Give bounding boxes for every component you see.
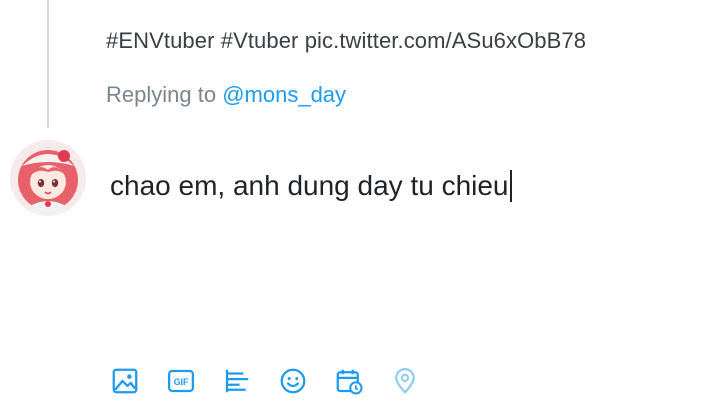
composer-toolbar: GIF [108, 364, 444, 398]
emoji-icon [280, 368, 306, 394]
replying-to-handle[interactable]: @mons_day [222, 82, 346, 107]
replying-to-label: Replying to @mons_day [106, 82, 346, 108]
schedule-icon [336, 369, 363, 395]
poll-icon [225, 369, 249, 393]
location-button[interactable] [388, 364, 422, 398]
gif-icon: GIF [168, 369, 194, 393]
poll-button[interactable] [220, 364, 254, 398]
quoted-tweet-text: #ENVtuber #Vtuber pic.twitter.com/ASu6xO… [106, 28, 587, 53]
image-icon [112, 368, 138, 394]
avatar-image [10, 140, 86, 216]
avatar [10, 140, 86, 216]
media-button[interactable] [108, 364, 142, 398]
thread-line [47, 0, 49, 128]
gif-button[interactable]: GIF [164, 364, 198, 398]
svg-text:GIF: GIF [174, 377, 189, 387]
tweet-text-value: chao em, anh dung day tu chieu [110, 170, 509, 201]
text-caret [509, 170, 512, 202]
emoji-button[interactable] [276, 364, 310, 398]
replying-to-prefix: Replying to [106, 82, 217, 107]
tweet-text-input[interactable]: chao em, anh dung day tu chieu [110, 170, 512, 202]
reply-composer: #ENVtuber #Vtuber pic.twitter.com/ASu6xO… [0, 0, 720, 405]
schedule-button[interactable] [332, 364, 366, 398]
location-icon [395, 368, 415, 394]
